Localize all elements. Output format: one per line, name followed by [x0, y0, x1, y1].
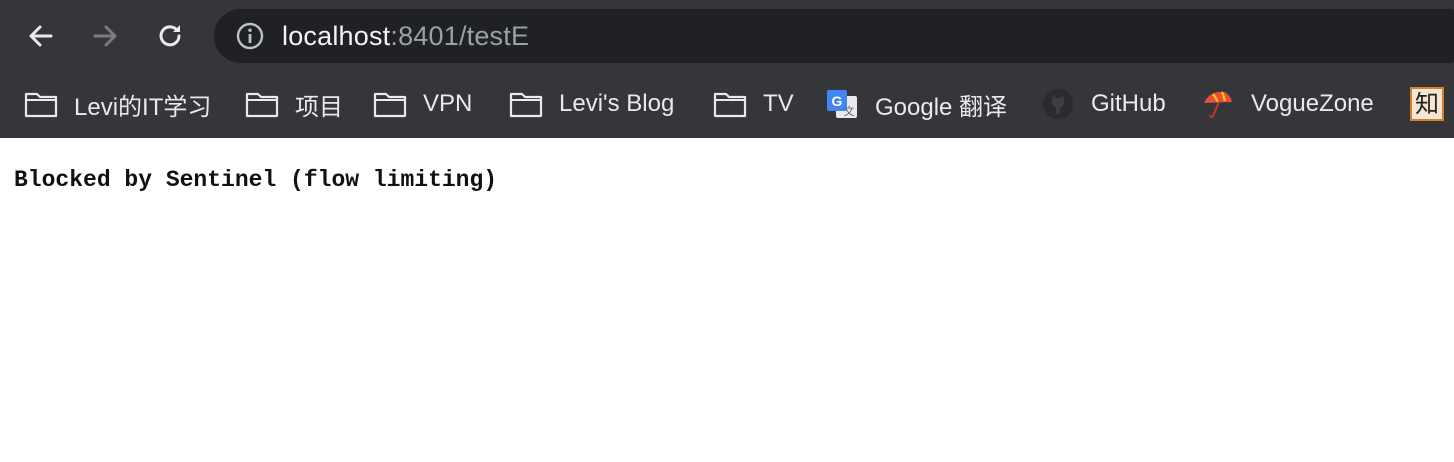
reload-icon — [159, 25, 181, 47]
bookmark-label: Levi的IT学习 — [74, 93, 212, 121]
google-translate-icon: G 文 — [825, 89, 859, 119]
bookmark-label: GitHub — [1091, 90, 1166, 117]
svg-text:G: G — [832, 93, 843, 109]
bookmark-folder-levi-it[interactable]: Levi的IT学习 — [24, 84, 211, 124]
url-text[interactable]: localhost:8401/testE — [282, 21, 529, 52]
svg-text:文: 文 — [844, 104, 855, 118]
navigation-bar: localhost:8401/testE — [0, 0, 1454, 70]
umbrella-icon — [1201, 89, 1235, 119]
site-info-icon[interactable] — [232, 18, 268, 54]
bookmark-label: VogueZone — [1251, 90, 1374, 117]
folder-icon — [713, 89, 747, 119]
folder-icon — [245, 89, 279, 119]
bookmark-label: Google 翻译 — [875, 93, 1008, 121]
bookmark-label: 项目 — [295, 93, 343, 121]
bookmarks-bar: Levi的IT学习 项目 VPN Levi's Blog TV G 文 Goog… — [0, 70, 1454, 138]
folder-icon — [373, 89, 407, 119]
bookmark-folder-tv[interactable]: TV — [713, 84, 794, 124]
url-path: :8401/testE — [390, 20, 530, 51]
bookmark-github[interactable]: GitHub — [1041, 84, 1166, 124]
back-arrow-icon — [29, 25, 53, 47]
bookmark-folder-levis-blog[interactable]: Levi's Blog — [509, 84, 674, 124]
forward-button[interactable] — [82, 13, 128, 59]
bookmark-folder-projects[interactable]: 项目 — [245, 84, 343, 124]
bookmark-label: TV — [763, 90, 794, 117]
browser-chrome: localhost:8401/testE Levi的IT学习 项目 VPN Le… — [0, 0, 1454, 138]
github-icon — [1041, 89, 1075, 119]
bookmark-label: Levi's Blog — [559, 90, 675, 117]
address-bar[interactable]: localhost:8401/testE — [214, 9, 1454, 63]
reload-button[interactable] — [147, 13, 193, 59]
back-button[interactable] — [18, 13, 64, 59]
page-message: Blocked by Sentinel (flow limiting) — [14, 167, 498, 193]
zhihu-icon: 知 — [1410, 87, 1444, 121]
bookmark-google-translate[interactable]: G 文 Google 翻译 — [825, 84, 1007, 124]
bookmark-voguezone[interactable]: VogueZone — [1201, 84, 1374, 124]
folder-icon — [24, 89, 58, 119]
forward-arrow-icon — [93, 25, 117, 47]
url-host: localhost — [282, 20, 391, 51]
bookmark-folder-vpn[interactable]: VPN — [373, 84, 472, 124]
zhihu-icon-glyph: 知 — [1415, 90, 1439, 118]
bookmark-label: VPN — [423, 90, 473, 117]
bookmark-zhihu[interactable]: 知 — [1410, 84, 1444, 124]
folder-icon — [509, 89, 543, 119]
